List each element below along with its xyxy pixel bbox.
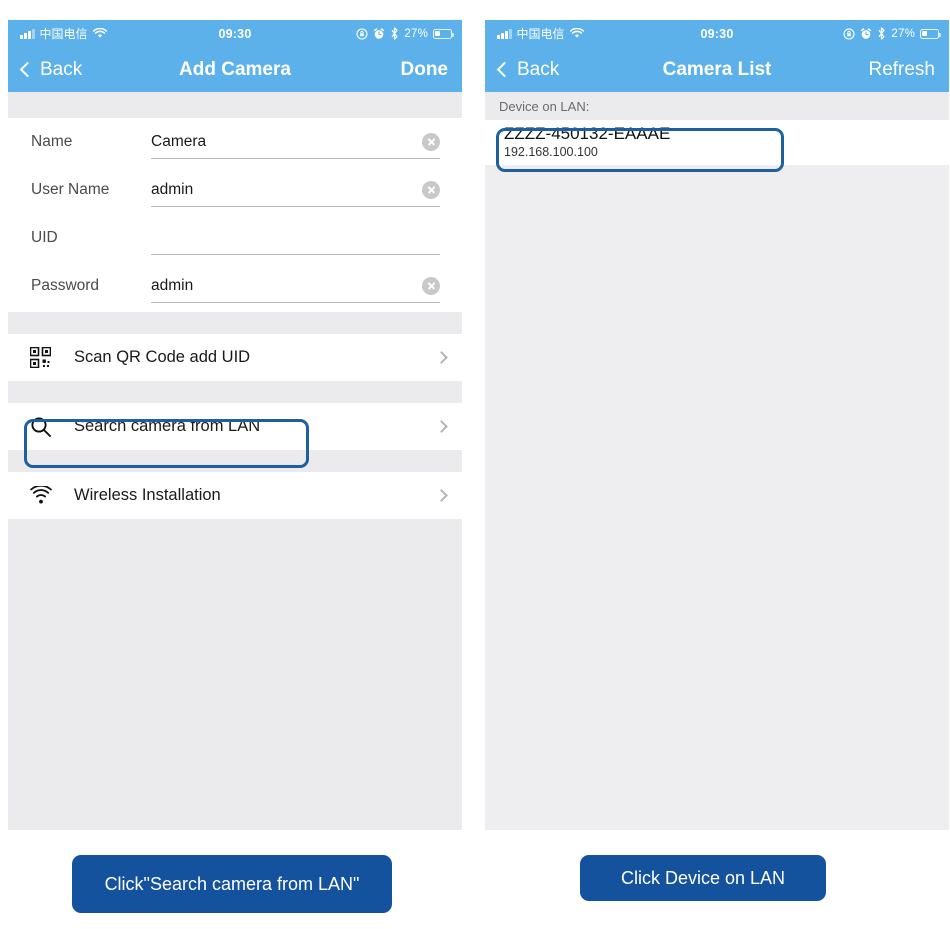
- username-input-value: admin: [151, 181, 194, 198]
- status-bar-right-group: 27%: [843, 20, 941, 47]
- qr-code-icon: [30, 347, 64, 368]
- uid-input-underline: [151, 254, 440, 255]
- password-input[interactable]: admin: [151, 262, 462, 310]
- username-input[interactable]: admin: [151, 166, 462, 214]
- menu-item-scan-qr[interactable]: Scan QR Code add UID: [8, 334, 462, 381]
- form-row-password: Password admin: [8, 262, 462, 310]
- wifi-icon: [30, 486, 64, 505]
- section-header-label: Device on LAN:: [499, 98, 590, 114]
- phone-screen-add-camera: 中国电信 09:30 27% Back Add Camera Done Name…: [8, 20, 462, 830]
- alarm-clock-icon: [861, 27, 872, 39]
- refresh-button[interactable]: Refresh: [868, 59, 935, 81]
- nav-bar-camera-list: Back Camera List Refresh: [485, 47, 949, 92]
- chevron-right-icon: [435, 489, 448, 502]
- battery-percent-label: 27%: [891, 27, 915, 40]
- menu-item-search-lan[interactable]: Search camera from LAN: [8, 403, 462, 450]
- section-separator: [8, 312, 462, 334]
- uid-input[interactable]: [151, 214, 462, 262]
- password-field-label: Password: [31, 277, 100, 294]
- password-input-value: admin: [151, 277, 194, 294]
- phone-screen-camera-list: 中国电信 09:30 27% Back Camera List Refresh …: [485, 20, 949, 830]
- clear-icon[interactable]: [422, 181, 440, 199]
- back-button-label: Back: [40, 58, 83, 80]
- section-header-device-on-lan: Device on LAN:: [485, 92, 949, 120]
- name-field-label: Name: [31, 133, 73, 150]
- search-icon: [30, 416, 64, 438]
- camera-form: Name Camera User Name admin UID Password…: [8, 118, 462, 312]
- nav-bar-add-camera: Back Add Camera Done: [8, 47, 462, 92]
- alarm-clock-icon: [374, 27, 385, 39]
- back-button-label: Back: [517, 58, 560, 80]
- status-bar-right-group: 27%: [356, 20, 454, 47]
- list-item[interactable]: ZZZZ-450132-EAAAE 192.168.100.100: [485, 120, 949, 165]
- battery-percent-label: 27%: [404, 27, 428, 40]
- device-uid-label: ZZZZ-450132-EAAAE: [504, 124, 671, 143]
- chevron-right-icon: [435, 351, 448, 364]
- clear-icon[interactable]: [422, 277, 440, 295]
- callout-button-search-lan[interactable]: Click"Search camera from LAN": [72, 855, 392, 913]
- back-button[interactable]: Back: [19, 58, 83, 81]
- username-field-label: User Name: [31, 181, 110, 198]
- status-bar-right: 中国电信 09:30 27%: [485, 20, 949, 47]
- username-input-underline: [151, 206, 440, 207]
- uid-field-label: UID: [31, 229, 58, 246]
- form-row-username: User Name admin: [8, 166, 462, 214]
- chevron-left-icon: [496, 61, 513, 78]
- password-input-underline: [151, 302, 440, 303]
- bluetooth-icon: [878, 27, 885, 40]
- screenshot-root: 中国电信 09:30 27% Back Add Camera Done Name…: [0, 0, 950, 929]
- device-ip-label: 192.168.100.100: [504, 145, 598, 159]
- back-button[interactable]: Back: [496, 58, 560, 81]
- chevron-right-icon: [435, 420, 448, 433]
- menu-item-wireless-install[interactable]: Wireless Installation: [8, 472, 462, 519]
- section-separator: [8, 450, 462, 472]
- rotation-lock-icon: [843, 27, 855, 40]
- form-row-name: Name Camera: [8, 118, 462, 166]
- battery-icon: [920, 28, 941, 39]
- callout-button-device-lan[interactable]: Click Device on LAN: [580, 855, 826, 901]
- menu-item-scan-qr-label: Scan QR Code add UID: [74, 348, 251, 366]
- name-input[interactable]: Camera: [151, 118, 462, 166]
- name-input-underline: [151, 158, 440, 159]
- bluetooth-icon: [391, 27, 398, 40]
- chevron-left-icon: [19, 61, 36, 78]
- name-input-value: Camera: [151, 133, 207, 150]
- clear-icon[interactable]: [422, 133, 440, 151]
- battery-icon: [433, 28, 454, 39]
- section-separator: [8, 381, 462, 403]
- form-row-uid: UID: [8, 214, 462, 262]
- menu-item-search-lan-label: Search camera from LAN: [74, 417, 261, 435]
- done-button[interactable]: Done: [401, 59, 449, 81]
- rotation-lock-icon: [356, 27, 368, 40]
- menu-item-wireless-install-label: Wireless Installation: [74, 486, 221, 504]
- status-bar-left: 中国电信 09:30 27%: [8, 20, 462, 47]
- top-gap-band: [8, 92, 462, 118]
